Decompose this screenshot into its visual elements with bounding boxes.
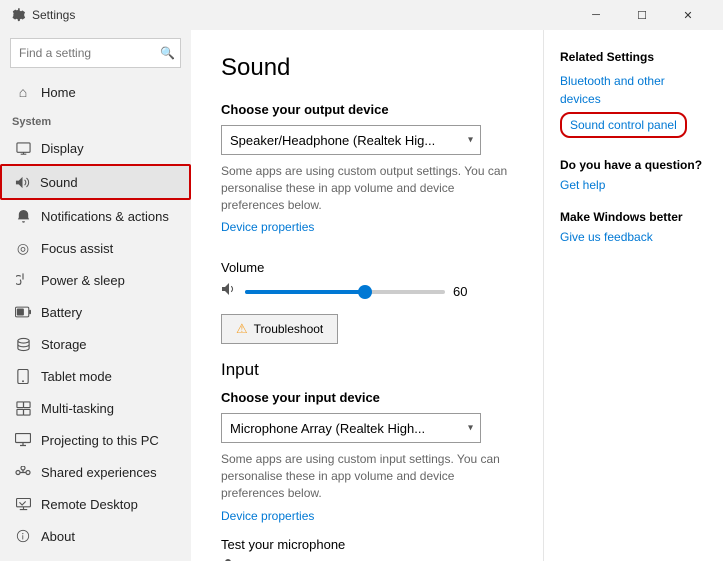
remote-icon (15, 496, 31, 512)
warning-icon: ⚠ (236, 321, 248, 337)
sidebar-item-label: Sound (40, 175, 78, 190)
sidebar-item-label: Tablet mode (41, 369, 112, 384)
sidebar-item-label: Remote Desktop (41, 497, 138, 512)
input-device-properties-link[interactable]: Device properties (221, 509, 314, 523)
sound-control-link[interactable]: Sound control panel (560, 112, 687, 138)
question-title: Do you have a question? (560, 158, 707, 172)
feedback-link[interactable]: Give us feedback (560, 228, 707, 246)
search-icon: 🔍 (160, 46, 175, 60)
sidebar: 🔍 ⌂ Home System Display Sound N (0, 30, 191, 561)
get-help-link[interactable]: Get help (560, 176, 707, 194)
volume-slider[interactable] (245, 282, 445, 302)
sidebar-item-remote[interactable]: Remote Desktop (0, 488, 191, 520)
output-device-select[interactable]: Speaker/Headphone (Realtek Hig... (221, 125, 481, 155)
output-device-properties-link[interactable]: Device properties (221, 220, 314, 234)
sidebar-item-label: Power & sleep (41, 273, 125, 288)
search-box[interactable]: 🔍 (10, 38, 181, 68)
input-section-title: Input (221, 360, 513, 380)
sidebar-item-label: Storage (41, 337, 87, 352)
projecting-icon (15, 432, 31, 448)
sidebar-item-battery[interactable]: Battery (0, 296, 191, 328)
input-label: Choose your input device (221, 390, 513, 405)
sidebar-item-multitasking[interactable]: Multi-tasking (0, 392, 191, 424)
input-description: Some apps are using custom input setting… (221, 451, 513, 501)
multitasking-icon (15, 400, 31, 416)
search-input[interactable] (10, 38, 181, 68)
tablet-icon (15, 368, 31, 384)
sidebar-item-sound[interactable]: Sound (0, 164, 191, 200)
sidebar-item-label: Multi-tasking (41, 401, 114, 416)
battery-icon (15, 304, 31, 320)
storage-icon (15, 336, 31, 352)
display-icon (15, 140, 31, 156)
sidebar-item-label: Focus assist (41, 241, 113, 256)
related-settings-title: Related Settings (560, 50, 707, 64)
sidebar-item-power[interactable]: Power & sleep (0, 264, 191, 296)
sidebar-item-label: Display (41, 141, 84, 156)
focus-icon: ◎ (15, 240, 31, 256)
bluetooth-link[interactable]: Bluetooth and other devices (560, 72, 707, 108)
sidebar-item-focus[interactable]: ◎ Focus assist (0, 232, 191, 264)
system-label: System (0, 108, 191, 132)
output-label: Choose your output device (221, 102, 513, 117)
main-content: Sound Choose your output device Speaker/… (191, 30, 543, 561)
home-icon: ⌂ (15, 84, 31, 100)
volume-label: Volume (221, 260, 513, 275)
volume-icon (221, 281, 237, 302)
shared-icon (15, 464, 31, 480)
make-windows-better-title: Make Windows better (560, 210, 707, 224)
related-settings-panel: Related Settings Bluetooth and other dev… (543, 30, 723, 561)
settings-icon (12, 8, 26, 22)
volume-value: 60 (453, 284, 473, 299)
power-icon (15, 272, 31, 288)
about-icon (15, 528, 31, 544)
sidebar-item-notifications[interactable]: Notifications & actions (0, 200, 191, 232)
output-description: Some apps are using custom output settin… (221, 163, 513, 213)
sound-icon (14, 174, 30, 190)
sidebar-item-label: About (41, 529, 75, 544)
notifications-icon (15, 208, 31, 224)
page-title: Sound (221, 54, 513, 82)
mic-test-label: Test your microphone (221, 537, 513, 552)
output-troubleshoot-label: Troubleshoot (254, 322, 324, 336)
sidebar-item-about[interactable]: About (0, 520, 191, 552)
close-button[interactable]: ✕ (665, 0, 711, 30)
sidebar-item-label: Notifications & actions (41, 209, 169, 224)
output-troubleshoot-button[interactable]: ⚠ Troubleshoot (221, 314, 338, 344)
sidebar-item-label: Shared experiences (41, 465, 157, 480)
sidebar-item-display[interactable]: Display (0, 132, 191, 164)
sidebar-item-home[interactable]: ⌂ Home (0, 76, 191, 108)
input-device-select[interactable]: Microphone Array (Realtek High... (221, 413, 481, 443)
maximize-button[interactable]: ☐ (619, 0, 665, 30)
sidebar-item-storage[interactable]: Storage (0, 328, 191, 360)
sidebar-item-label: Battery (41, 305, 82, 320)
input-device-wrapper[interactable]: Microphone Array (Realtek High... ▾ (221, 413, 481, 443)
output-device-wrapper[interactable]: Speaker/Headphone (Realtek Hig... ▾ (221, 125, 481, 155)
sidebar-item-tablet[interactable]: Tablet mode (0, 360, 191, 392)
sidebar-item-projecting[interactable]: Projecting to this PC (0, 424, 191, 456)
minimize-button[interactable]: ─ (573, 0, 619, 30)
title-bar: Settings ─ ☐ ✕ (0, 0, 723, 30)
sidebar-item-label: Home (41, 85, 76, 100)
sidebar-item-shared[interactable]: Shared experiences (0, 456, 191, 488)
title-bar-text: Settings (32, 8, 75, 22)
sidebar-item-label: Projecting to this PC (41, 433, 159, 448)
